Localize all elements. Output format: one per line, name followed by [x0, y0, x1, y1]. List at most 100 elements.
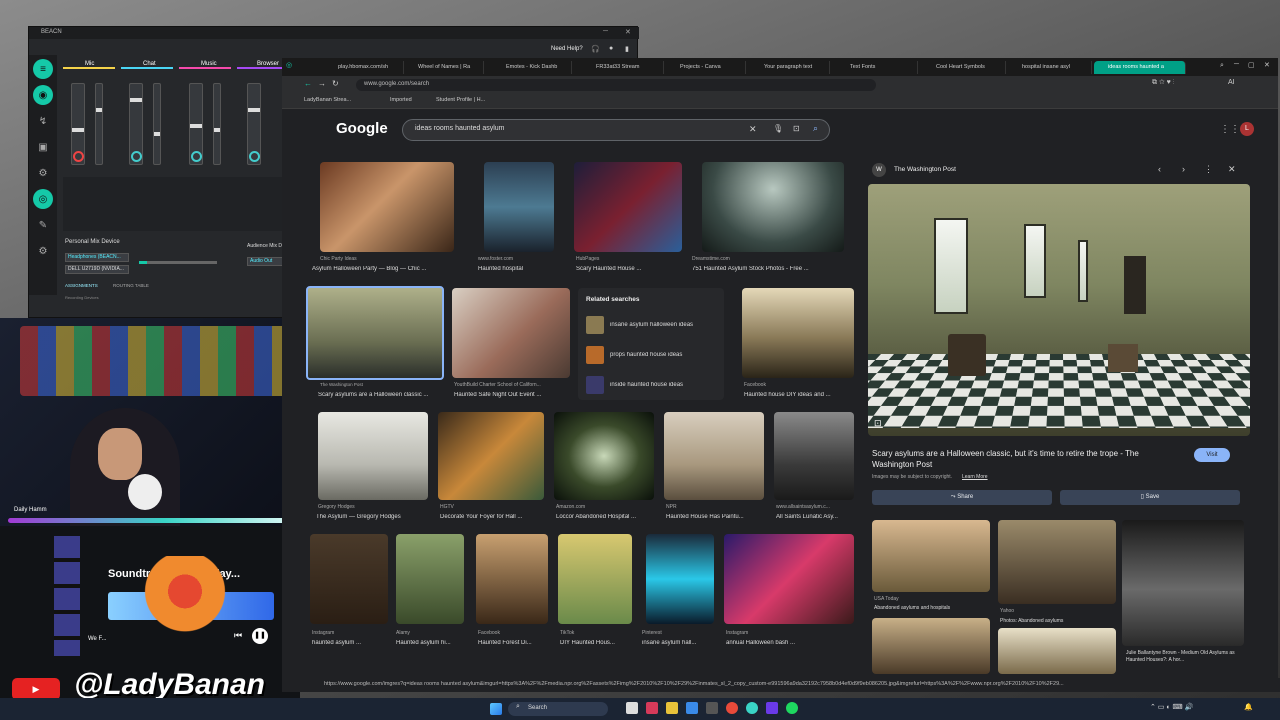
result-title[interactable]: Haunted hospital: [478, 266, 558, 272]
result-image[interactable]: [452, 288, 570, 378]
mute-ring[interactable]: [191, 151, 202, 162]
windows-start-icon[interactable]: [490, 703, 502, 715]
maximize-icon[interactable]: ▢: [1248, 61, 1255, 69]
volume-slider[interactable]: [139, 261, 217, 264]
result-title[interactable]: All Saints Lunatic Asy...: [776, 514, 854, 520]
ai-icon[interactable]: AI: [1228, 79, 1235, 86]
fader-knob[interactable]: [248, 108, 260, 112]
result-title[interactable]: Scary asylums are a Halloween classic ..…: [318, 392, 442, 398]
browser-icon[interactable]: [746, 702, 758, 714]
result-image[interactable]: [484, 162, 554, 252]
result-image[interactable]: [664, 412, 764, 500]
search-icon[interactable]: ⌕: [813, 123, 818, 134]
result-title[interactable]: The Asylum — Gregory Hodges: [316, 514, 428, 520]
related-search-item[interactable]: insane asylum halloween ideas: [610, 322, 722, 328]
search-box[interactable]: ideas rooms haunted asylum ✕ 🎙 ⊡ ⌕: [402, 119, 830, 141]
mute-ring[interactable]: [73, 151, 84, 162]
app-icon[interactable]: [686, 702, 698, 714]
system-tray-icons[interactable]: ⌃ ▭ ◐ ⌨ 🔊: [1150, 703, 1193, 711]
result-title[interactable]: Haunted Safe Night Out Event ...: [454, 392, 570, 398]
tab-10-active[interactable]: ideas rooms haunted a: [1094, 61, 1186, 74]
prev-icon[interactable]: ‹: [1158, 164, 1161, 174]
result-image[interactable]: [724, 534, 854, 624]
result-title[interactable]: annual Halloween bash ...: [726, 640, 854, 646]
result-image[interactable]: [476, 534, 548, 624]
pause-icon[interactable]: ❚❚: [252, 628, 268, 644]
tab-9[interactable]: hospital insane asyl: [1008, 61, 1092, 74]
save-button[interactable]: ▯ Save: [1060, 490, 1240, 505]
result-image[interactable]: [702, 162, 844, 252]
account-avatar[interactable]: L: [1240, 122, 1254, 136]
result-image[interactable]: [554, 412, 654, 500]
fader-knob[interactable]: [130, 98, 142, 102]
related-image[interactable]: [872, 520, 990, 592]
bookmark-1[interactable]: LadyBanan Strea...: [304, 97, 351, 103]
result-image[interactable]: [438, 412, 544, 500]
next-icon[interactable]: ›: [1182, 164, 1185, 174]
result-image[interactable]: [310, 534, 388, 624]
bookmark-2[interactable]: Imported: [390, 97, 412, 103]
tab-8[interactable]: Cool Heart Symbols: [922, 61, 1006, 74]
music-fader[interactable]: [189, 83, 203, 165]
visit-button[interactable]: Visit: [1194, 448, 1230, 462]
mixer-nav-icon[interactable]: ≡: [33, 59, 53, 79]
chat-fader-2[interactable]: [153, 83, 161, 165]
close-icon[interactable]: ✕: [625, 28, 631, 36]
tab-3[interactable]: Emotes - Kick Dashb: [492, 61, 572, 74]
mic-fader[interactable]: [71, 83, 85, 165]
related-image[interactable]: [1122, 520, 1244, 646]
tab-4[interactable]: FR33at33 Stream: [582, 61, 664, 74]
preview-source[interactable]: The Washington Post: [894, 166, 956, 173]
minimize-icon[interactable]: ─: [603, 28, 608, 35]
related-search-item[interactable]: inside haunted house ideas: [610, 382, 722, 388]
task-view-icon[interactable]: [626, 702, 638, 714]
device-select-2[interactable]: DELL U2719D (NVIDIA...: [65, 265, 129, 274]
result-image[interactable]: [646, 534, 714, 624]
voice-search-icon[interactable]: 🎙: [773, 124, 783, 133]
result-image[interactable]: [558, 534, 632, 624]
result-image[interactable]: [320, 162, 454, 252]
apps-grid-icon[interactable]: ⋮⋮: [1220, 124, 1240, 135]
settings-nav-icon[interactable]: ⚙: [33, 163, 53, 183]
result-title[interactable]: Scary Haunted House ...: [576, 266, 676, 272]
app-icon[interactable]: [646, 702, 658, 714]
learn-more-link[interactable]: Learn More: [962, 474, 988, 480]
trash-icon[interactable]: ▮: [625, 45, 629, 53]
result-title[interactable]: Haunted Forest Di...: [478, 640, 550, 646]
result-image[interactable]: [318, 412, 428, 500]
related-search-item[interactable]: props haunted house ideas: [610, 352, 722, 358]
gear-icon[interactable]: ⚙: [33, 241, 53, 261]
url-input[interactable]: www.google.com/search: [356, 79, 876, 91]
minimize-icon[interactable]: ─: [1234, 61, 1239, 68]
skip-back-icon[interactable]: ⏮: [234, 630, 242, 641]
result-title[interactable]: Haunted house DIY ideas and ...: [744, 392, 854, 398]
result-title[interactable]: Decorate Your Foyer for Hall ...: [440, 514, 544, 520]
app-icon[interactable]: [706, 702, 718, 714]
need-help-link[interactable]: Need Help?: [551, 46, 583, 52]
mic-icon[interactable]: ●: [609, 45, 613, 52]
related-title[interactable]: Photos: Abandoned asylums: [1000, 618, 1118, 624]
tab-7[interactable]: Text Fonts: [836, 61, 918, 74]
clear-icon[interactable]: ✕: [749, 124, 757, 135]
mute-ring[interactable]: [249, 151, 260, 162]
extensions-icon[interactable]: ⧉ ☆ ♥ ⋮: [1152, 79, 1174, 87]
taskbar-search[interactable]: Search: [508, 702, 608, 716]
close-icon[interactable]: ✕: [1264, 61, 1270, 69]
tab-5[interactable]: Projects - Canva: [666, 61, 746, 74]
mute-ring[interactable]: [131, 151, 142, 162]
related-title[interactable]: Abandoned asylums and hospitals: [874, 605, 992, 611]
close-icon[interactable]: ✕: [1228, 164, 1236, 175]
fader-knob[interactable]: [96, 108, 102, 112]
edit-nav-icon[interactable]: ✎: [33, 215, 53, 235]
share-button[interactable]: ⤳ Share: [872, 490, 1052, 505]
result-image-selected[interactable]: [306, 286, 444, 380]
bookmark-3[interactable]: Student Profile | H...: [436, 97, 485, 103]
mic-fader-2[interactable]: [95, 83, 103, 165]
device-nav-icon[interactable]: ▣: [33, 137, 53, 157]
related-image[interactable]: [998, 520, 1116, 604]
result-image[interactable]: [774, 412, 854, 500]
fader-knob[interactable]: [214, 128, 220, 132]
search-tabs-icon[interactable]: ⌕: [1220, 62, 1224, 70]
fader-knob[interactable]: [154, 132, 160, 136]
fader-knob[interactable]: [190, 124, 202, 128]
